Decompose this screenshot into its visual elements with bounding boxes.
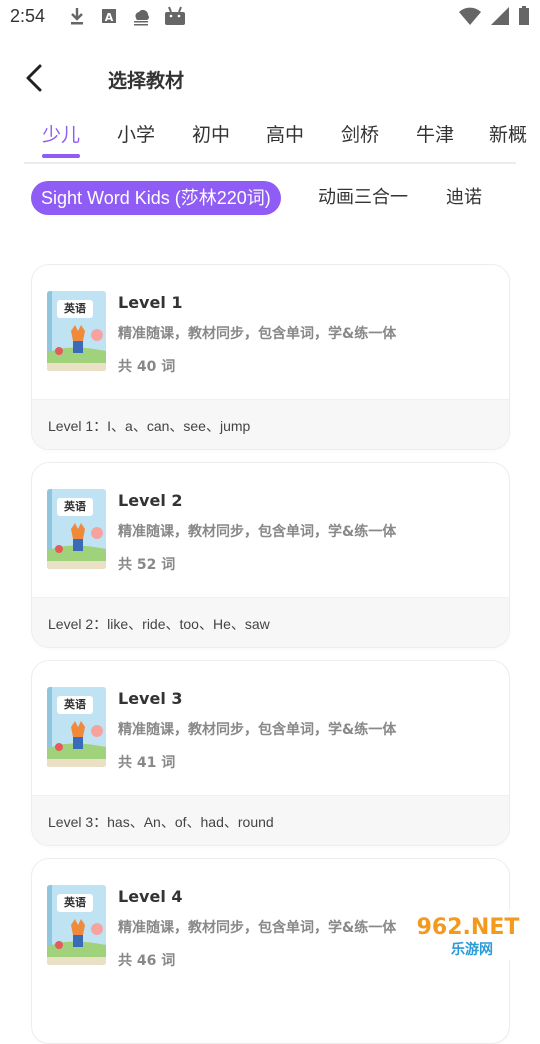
tabs-divider <box>24 162 516 164</box>
word-count: 共 41 词 <box>118 755 176 771</box>
active-tab-indicator <box>42 154 80 158</box>
svg-text:A: A <box>105 11 114 24</box>
tab-oxford[interactable]: 牛津 <box>416 120 454 147</box>
font-icon: A <box>102 9 116 24</box>
card-title: Level 2 <box>118 491 183 510</box>
textbook-card-level-2[interactable]: 英语 Level 2 精准随课，教材同步，包含单词，学&练一体 共 52 词 L… <box>31 462 510 648</box>
wifi-icon <box>459 7 481 25</box>
book-cover-image: 英语 <box>47 291 106 371</box>
card-description: 精准随课，教材同步，包含单词，学&练一体 <box>118 326 397 342</box>
subtab-dino[interactable]: 迪诺 <box>446 181 482 215</box>
sample-words: Level 1：I、a、can、see、jump <box>48 418 251 434</box>
book-cover-image: 英语 <box>47 885 106 965</box>
tab-kids[interactable]: 少儿 <box>42 120 80 147</box>
page-title: 选择教材 <box>108 70 185 92</box>
sample-words: Level 2：like、ride、too、He、saw <box>48 616 270 632</box>
svg-text:乐游网: 乐游网 <box>451 941 493 958</box>
status-bar: 2:54 A <box>0 0 540 36</box>
card-title: Level 1 <box>118 293 183 312</box>
watermark-line1: 962.NET <box>417 915 520 940</box>
battery-icon <box>519 6 529 25</box>
cover-label: 英语 <box>57 300 93 318</box>
signal-icon <box>491 7 509 25</box>
textbook-card-level-1[interactable]: 英语 Level 1 精准随课，教材同步，包含单词，学&练一体 共 40 词 L… <box>31 264 510 450</box>
word-count: 共 46 词 <box>118 953 176 969</box>
android-icon <box>165 6 185 25</box>
card-footer: Level 2：like、ride、too、He、saw <box>32 597 509 647</box>
card-description: 精准随课，教材同步，包含单词，学&练一体 <box>118 920 397 936</box>
book-cover-image: 英语 <box>47 687 106 767</box>
series-tabs: Sight Word Kids (莎林220词) 动画三合一 迪诺 <box>0 178 540 218</box>
subtab-animation-3in1[interactable]: 动画三合一 <box>318 181 408 215</box>
tab-new-concept[interactable]: 新概 <box>489 120 527 147</box>
back-arrow-icon <box>26 64 42 92</box>
word-count: 共 40 词 <box>118 359 176 375</box>
back-button[interactable] <box>18 60 54 96</box>
card-footer: Level 3：has、An、of、had、round <box>32 795 509 845</box>
download-icon <box>71 8 83 25</box>
card-description: 精准随课，教材同步，包含单词，学&练一体 <box>118 524 397 540</box>
cover-label: 英语 <box>57 696 93 714</box>
book-cover-image: 英语 <box>47 489 106 569</box>
word-count: 共 52 词 <box>118 557 176 573</box>
cover-label: 英语 <box>57 498 93 516</box>
card-description: 精准随课，教材同步，包含单词，学&练一体 <box>118 722 397 738</box>
tab-cambridge[interactable]: 剑桥 <box>341 120 379 147</box>
cloud-icon <box>134 10 149 26</box>
tab-junior-high[interactable]: 初中 <box>192 120 230 147</box>
card-title: Level 3 <box>118 689 183 708</box>
textbook-card-level-3[interactable]: 英语 Level 3 精准随课，教材同步，包含单词，学&练一体 共 41 词 L… <box>31 660 510 846</box>
header: 选择教材 <box>0 52 540 104</box>
tab-primary[interactable]: 小学 <box>117 120 155 147</box>
watermark-line2: 乐游网 <box>451 941 493 958</box>
sample-words: Level 3：has、An、of、had、round <box>48 814 274 830</box>
card-title: Level 4 <box>118 887 183 906</box>
status-time: 2:54 <box>10 6 46 26</box>
subtab-sight-word-kids[interactable]: Sight Word Kids (莎林220词) <box>31 181 281 215</box>
svg-text:962.NET: 962.NET <box>417 915 520 940</box>
cover-label: 英语 <box>57 894 93 912</box>
card-footer: Level 1：I、a、can、see、jump <box>32 399 509 449</box>
category-tabs: 少儿 小学 初中 高中 剑桥 牛津 新概 <box>0 112 540 164</box>
watermark-logo: 962.NET 乐游网 <box>400 910 536 960</box>
tab-senior-high[interactable]: 高中 <box>266 120 304 147</box>
